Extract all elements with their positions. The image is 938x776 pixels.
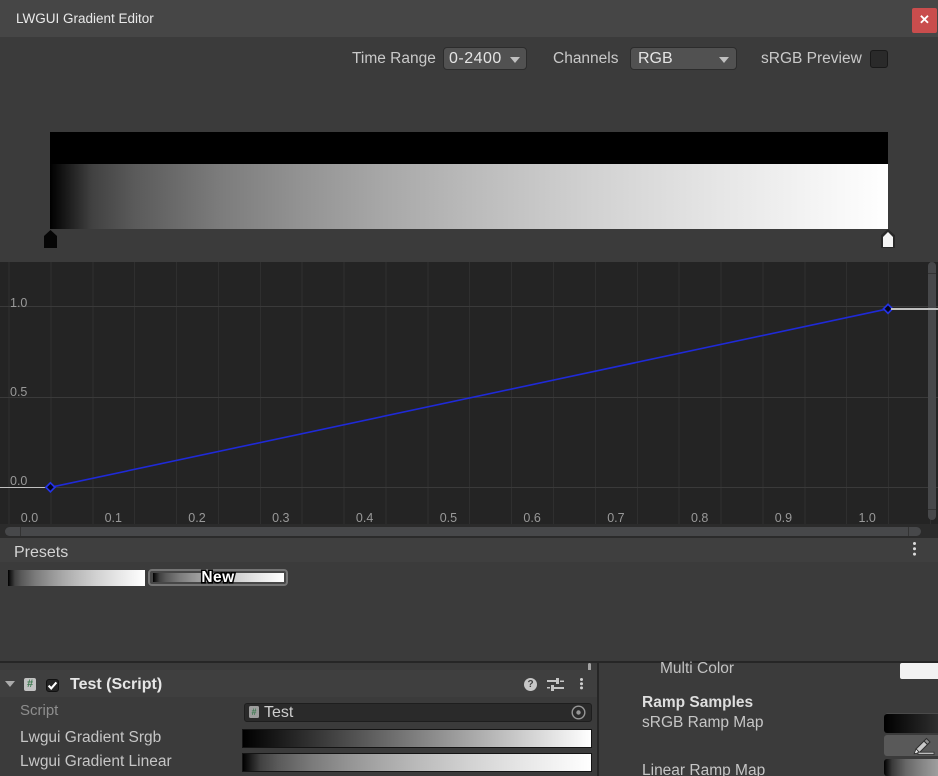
svg-text:New: New	[201, 569, 235, 586]
